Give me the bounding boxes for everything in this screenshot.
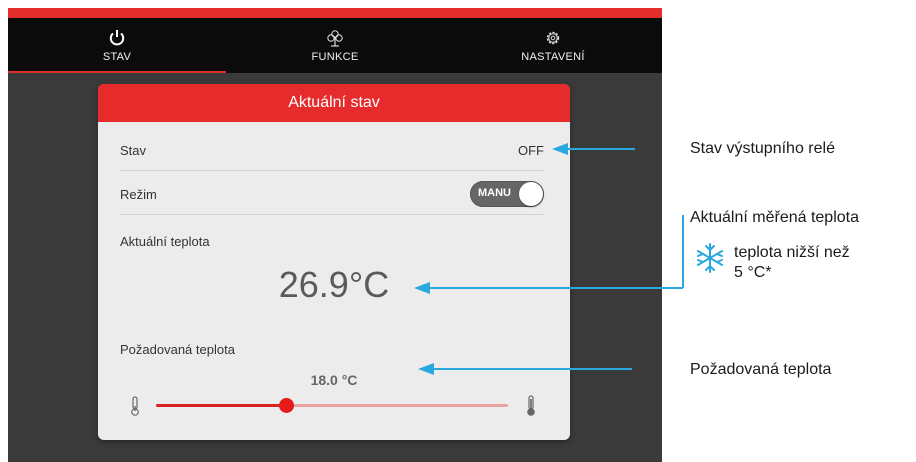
annotation-measured: Aktuální měřená teplota xyxy=(690,209,859,226)
slider-fill xyxy=(156,404,287,407)
tab-funkce[interactable]: FUNKCE xyxy=(226,18,444,73)
tab-label: FUNKCE xyxy=(311,50,359,63)
current-temp-label: Aktuální teplota xyxy=(120,233,210,249)
top-accent-bar xyxy=(8,8,662,18)
annotation-below-line2: 5 °C* xyxy=(734,264,772,281)
tab-stav[interactable]: STAV xyxy=(8,18,226,73)
mode-toggle[interactable]: MANU xyxy=(470,181,544,207)
thermometer-low-icon xyxy=(131,396,139,416)
snowflake-icon xyxy=(696,243,724,273)
mode-toggle-label: MANU xyxy=(478,187,511,199)
tab-label: NASTAVENÍ xyxy=(521,50,585,63)
tab-nastaveni[interactable]: NASTAVENÍ xyxy=(444,18,662,73)
rezim-label: Režim xyxy=(120,186,157,202)
status-card: Aktuální stav Stav OFF Režim MANU Aktuál… xyxy=(98,84,570,440)
app-screen: STAV FUNKCE NASTAVENÍ Aktuální stav Stav… xyxy=(8,8,662,462)
rezim-row: Režim MANU xyxy=(120,180,544,208)
stav-value: OFF xyxy=(518,142,544,158)
fan-icon xyxy=(327,29,343,47)
annotation-target: Požadovaná teplota xyxy=(690,361,832,378)
gear-icon xyxy=(546,31,560,44)
divider xyxy=(120,214,544,215)
thermometer-high-icon xyxy=(527,395,535,416)
target-temp-value: 18.0 °C xyxy=(310,372,358,388)
stav-label: Stav xyxy=(120,142,147,158)
slider-thumb[interactable] xyxy=(279,398,295,413)
divider xyxy=(120,170,544,171)
tab-label: STAV xyxy=(102,50,132,63)
annotation-below-line1: teplota nižší než xyxy=(734,244,850,261)
slider-track[interactable] xyxy=(156,398,508,413)
power-icon xyxy=(109,29,125,45)
stav-row: Stav OFF xyxy=(120,140,544,160)
card-title: Aktuální stav xyxy=(98,84,570,122)
current-temp-row: Aktuální teplota xyxy=(120,232,544,250)
nav-bar: STAV FUNKCE NASTAVENÍ xyxy=(8,18,662,73)
annotation-relay: Stav výstupního relé xyxy=(690,140,835,157)
temperature-slider[interactable] xyxy=(120,392,544,418)
current-temp-value: 26.9°C xyxy=(278,264,390,305)
toggle-knob xyxy=(519,182,543,206)
target-temp-row: Požadovaná teplota xyxy=(120,340,544,358)
target-temp-label: Požadovaná teplota xyxy=(120,341,235,357)
